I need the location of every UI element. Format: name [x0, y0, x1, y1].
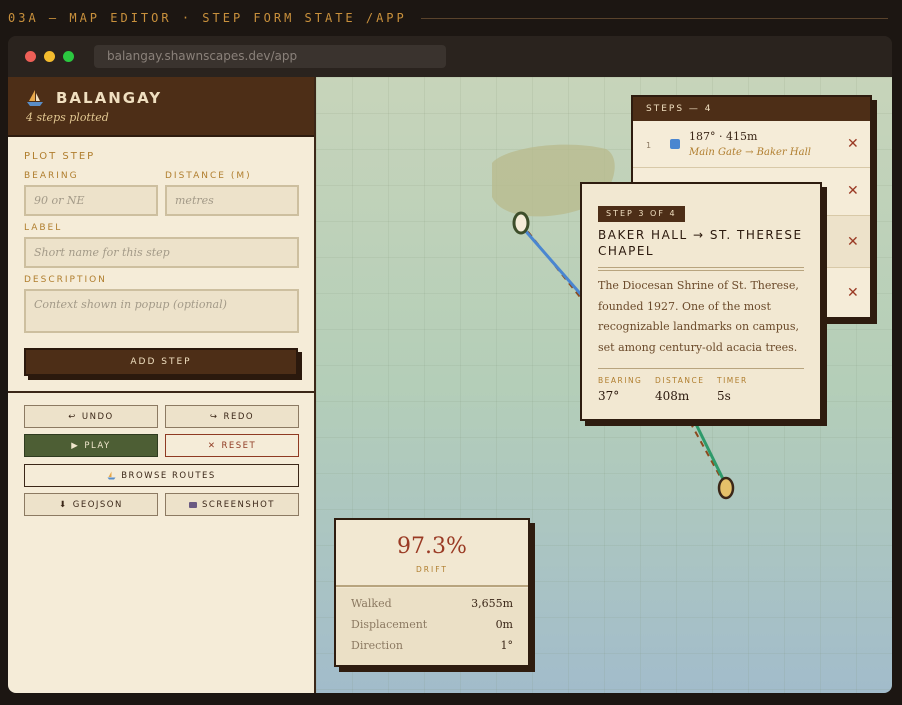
sidebar: BALANGAY 4 steps plotted PLOT STEP BEARI… — [8, 77, 316, 693]
route-segment-3 — [692, 419, 725, 480]
geojson-button[interactable]: ⬇ GEOJSON — [24, 493, 158, 516]
camera-icon — [188, 501, 197, 508]
popup-title: BAKER HALL → ST. THERESE CHAPEL — [598, 228, 803, 258]
label-input[interactable]: Short name for this step — [24, 237, 299, 268]
browser-titlebar: balangay.shawnscapes.dev/app — [8, 36, 892, 77]
label-label: LABEL — [24, 223, 63, 233]
reset-label: RESET — [221, 440, 257, 451]
bearing-label: BEARING — [24, 171, 79, 181]
redo-icon: ↪ — [209, 411, 219, 422]
route-segment-1 — [521, 227, 586, 299]
drift-label: DRIFT — [416, 565, 448, 574]
popup-timer-label: TIMER — [717, 376, 748, 385]
play-icon: ▶ — [71, 440, 80, 451]
brand-title: BALANGAY — [56, 89, 163, 107]
app-content: BALANGAY 4 steps plotted PLOT STEP BEARI… — [8, 77, 892, 693]
popup-bearing-label: BEARING — [598, 376, 643, 385]
sidebar-divider — [8, 391, 314, 393]
page-caption: 03A — MAP EDITOR · STEP FORM STATE /APP — [8, 9, 888, 27]
redo-button[interactable]: ↪ REDO — [165, 405, 299, 428]
popup-bearing-value: 37° — [598, 389, 620, 403]
play-button[interactable]: ▶ PLAY — [24, 434, 158, 457]
add-step-button[interactable]: ADD STEP — [24, 348, 298, 376]
step-route: Main Gate → Baker Hall — [689, 147, 811, 158]
drift-value: 97.3% — [397, 534, 467, 559]
delete-step-icon[interactable]: ✕ — [847, 183, 859, 199]
brand-subtitle: 4 steps plotted — [26, 111, 109, 124]
start-marker[interactable] — [512, 211, 530, 235]
description-label: DESCRIPTION — [24, 275, 107, 285]
description-textarea[interactable]: Context shown in popup (optional) — [24, 289, 299, 333]
step-meta: 187° · 415m — [689, 130, 758, 143]
route-dashed-segment — [689, 421, 723, 481]
popup-rule — [598, 267, 804, 268]
undo-label: UNDO — [81, 411, 114, 422]
reset-button[interactable]: ✕ RESET — [165, 434, 299, 457]
download-icon: ⬇ — [59, 499, 68, 510]
play-label: PLAY — [84, 440, 111, 451]
drift-rule — [336, 585, 528, 587]
caption-rule — [420, 17, 888, 19]
sailboat-icon — [27, 90, 43, 106]
popup-description: The Diocesan Shrine of St. Therese, foun… — [598, 279, 799, 354]
popup-distance-label: DISTANCE — [655, 376, 705, 385]
delete-step-icon[interactable]: ✕ — [847, 285, 859, 301]
popup-rule — [598, 270, 804, 271]
distance-label: DISTANCE (M) — [165, 171, 252, 181]
map-canvas[interactable]: STEPS — 4 1 187° · 415m Main Gate → Bake… — [316, 77, 892, 693]
undo-icon: ↩ — [68, 411, 77, 422]
drift-card: 97.3% DRIFT Walked 3,655m Displacement 0… — [334, 518, 530, 667]
sailboat-icon — [107, 471, 116, 480]
step-popup: STEP 3 OF 4 BAKER HALL → ST. THERESE CHA… — [580, 182, 822, 421]
screenshot-label: SCREENSHOT — [201, 499, 275, 510]
walked-value: 3,655m — [471, 597, 513, 610]
redo-label: REDO — [223, 411, 255, 422]
displacement-label: Displacement — [351, 618, 428, 631]
direction-value: 1° — [500, 639, 514, 652]
undo-button[interactable]: ↩ UNDO — [24, 405, 158, 428]
address-bar[interactable]: balangay.shawnscapes.dev/app — [94, 45, 446, 68]
direction-label: Direction — [351, 639, 403, 652]
walked-label: Walked — [351, 597, 392, 610]
popup-timer-value: 5s — [717, 389, 731, 403]
drift-stats: Walked 3,655m Displacement 0m Direction … — [336, 588, 528, 665]
caption-text: 03A — MAP EDITOR · STEP FORM STATE /APP — [8, 11, 407, 25]
maximize-window-dot[interactable] — [63, 51, 74, 62]
brand-header: BALANGAY 4 steps plotted — [8, 77, 314, 137]
step-number: 1 — [646, 141, 652, 150]
step-color-swatch — [670, 139, 680, 149]
plot-step-title: PLOT STEP — [24, 151, 96, 162]
distance-input[interactable]: metres — [165, 185, 299, 216]
close-window-dot[interactable] — [25, 51, 36, 62]
screenshot-button[interactable]: SCREENSHOT — [165, 493, 299, 516]
steps-panel-title: STEPS — 4 — [633, 97, 870, 121]
end-marker[interactable] — [717, 476, 735, 500]
popup-rule — [598, 368, 804, 369]
close-icon: ✕ — [207, 440, 217, 451]
minimize-window-dot[interactable] — [44, 51, 55, 62]
browse-routes-label: BROWSE ROUTES — [121, 470, 216, 481]
step-badge: STEP 3 OF 4 — [598, 206, 685, 222]
step-row[interactable]: 1 187° · 415m Main Gate → Baker Hall ✕ — [633, 121, 870, 168]
delete-step-icon[interactable]: ✕ — [847, 136, 859, 152]
delete-step-icon[interactable]: ✕ — [847, 234, 859, 250]
popup-distance-value: 408m — [655, 389, 690, 403]
browse-routes-button[interactable]: BROWSE ROUTES — [24, 464, 299, 487]
bearing-input[interactable]: 90 or NE — [24, 185, 158, 216]
geojson-label: GEOJSON — [72, 499, 123, 510]
displacement-value: 0m — [495, 618, 513, 631]
browser-window: balangay.shawnscapes.dev/app BALANGAY 4 … — [8, 36, 892, 693]
